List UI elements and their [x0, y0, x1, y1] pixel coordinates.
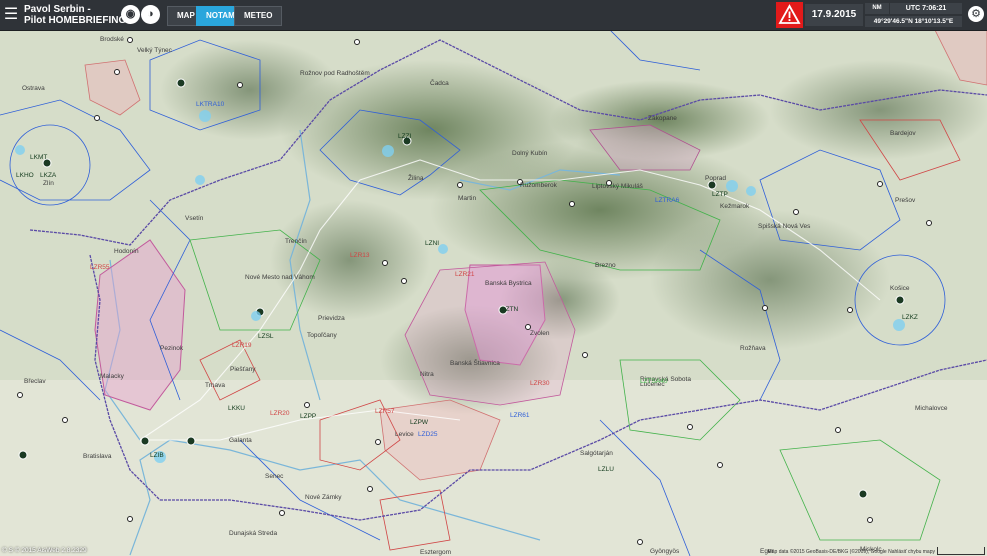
report-map-error-link[interactable]: Nahlásiť chybu mapy — [888, 549, 935, 555]
map-pin-icon: ◉ — [125, 8, 136, 20]
place-label: Zvolen — [530, 330, 550, 337]
place-label: Gyöngyös — [650, 548, 680, 555]
tab-meteo[interactable]: METEO — [234, 6, 283, 26]
place-label: Brezno — [595, 262, 616, 269]
map-attribution: Map data ©2015 GeoBasis-DE/BKG (©2009), … — [768, 549, 935, 555]
place-label: Velký Týnec — [137, 47, 172, 54]
place-label: Hodonín — [114, 248, 139, 255]
footer-copyright: © S © 2015 AisWeb 2.8.2329 — [2, 547, 87, 554]
place-label: Trnava — [205, 382, 225, 389]
aerodrome-label[interactable]: LKZA — [40, 172, 56, 179]
attribution-text: Map data ©2015 GeoBasis-DE/BKG (©2009), … — [767, 549, 887, 555]
airspace-label: LZR57 — [375, 408, 395, 415]
place-label: Žilina — [408, 175, 424, 182]
top-toolbar: ☰ Pavol Serbin - Pilot HOMEBRIEFING ◉ ◑ … — [0, 0, 987, 31]
place-label: Břeclav — [24, 378, 46, 385]
airspace-label: LZR20 — [270, 410, 290, 417]
aerodrome-label[interactable]: LKMT — [30, 154, 47, 161]
place-label: Nové Mesto nad Váhom — [245, 274, 315, 281]
place-label: Poprad — [705, 175, 726, 182]
cursor-coordinates: 49°29'46.5"N 18°10'13.5"E — [865, 16, 962, 27]
place-label: Trenčín — [285, 238, 307, 245]
place-label: Nové Zámky — [305, 494, 342, 501]
place-label: Kežmarok — [720, 203, 750, 210]
place-label: Piešťany — [230, 366, 256, 373]
place-label: Michalovce — [915, 405, 948, 412]
gear-icon: ⚙ — [971, 8, 981, 20]
place-label: Martin — [458, 195, 477, 202]
place-label: Prievidza — [318, 315, 345, 322]
aerodrome-label[interactable]: LKKU — [228, 405, 245, 412]
place-label: Senec — [265, 473, 284, 480]
aerodrome-label[interactable]: LZSL — [258, 333, 274, 340]
place-label: Košice — [890, 285, 910, 292]
airspace-label: LZTSA40 — [640, 378, 668, 385]
aerodrome-label[interactable]: LZNI — [425, 240, 439, 247]
place-label: Salgótarján — [580, 450, 613, 457]
aerodrome-label[interactable]: LZKZ — [902, 314, 918, 321]
place-label: Galanta — [229, 437, 252, 444]
place-label: Dunajská Streda — [229, 530, 278, 537]
units-toggle[interactable]: NM — [865, 3, 889, 14]
settings-button[interactable]: ⚙ — [968, 6, 984, 22]
airspace-label: LKTRA10 — [196, 101, 225, 108]
airspace-label: LZR55 — [90, 264, 110, 271]
map-pin-button[interactable]: ◉ — [121, 5, 140, 24]
scale-bar — [937, 547, 985, 555]
place-label: Zlín — [43, 180, 54, 187]
aerodrome-label[interactable]: LZPW — [410, 419, 428, 426]
place-label: Banská Štiavnica — [450, 360, 500, 367]
aerodrome-label[interactable]: LZTN — [502, 306, 518, 313]
place-label: Ružomberok — [520, 182, 557, 189]
user-name: Pavol Serbin - — [24, 4, 91, 15]
user-role: Pilot HOMEBRIEFING — [24, 15, 127, 26]
airspace-label: LZR21 — [455, 271, 475, 278]
airspace-label: LZR61 — [510, 412, 530, 419]
globe-icon: ◑ — [147, 8, 154, 20]
map-canvas[interactable] — [0, 0, 987, 556]
menu-icon[interactable]: ☰ — [2, 6, 20, 24]
globe-button[interactable]: ◑ — [141, 5, 160, 24]
aerodrome-label[interactable]: LKHO — [16, 172, 34, 179]
place-label: Rožnov pod Radhoštěm — [300, 70, 370, 77]
alert-button[interactable] — [776, 2, 803, 28]
place-label: Levice — [395, 431, 414, 438]
aerodrome-label[interactable]: LZZI — [398, 133, 411, 140]
utc-clock: UTC 7:06:21 — [890, 3, 962, 14]
place-label: Prešov — [895, 197, 916, 204]
place-label: Topoľčany — [307, 332, 337, 339]
aerodrome-label[interactable]: LZLU — [598, 466, 614, 473]
user-info: Pavol Serbin - Pilot HOMEBRIEFING — [24, 4, 126, 26]
aerodrome-label[interactable]: LZTP — [712, 191, 728, 198]
place-label: Malacky — [100, 373, 124, 380]
place-label: Nitra — [420, 371, 434, 378]
place-label: Spišská Nová Ves — [758, 223, 811, 230]
airspace-label: LZTRA6 — [655, 197, 680, 204]
place-label: Vsetín — [185, 215, 204, 222]
place-label: Ostrava — [22, 85, 45, 92]
place-label: Bardejov — [890, 130, 916, 137]
airspace-label: LZR30 — [530, 380, 550, 387]
airspace-label: LZD25 — [418, 431, 438, 438]
place-label: Bratislava — [83, 453, 112, 460]
warning-icon — [778, 4, 801, 24]
aerodrome-label[interactable]: LZPP — [300, 413, 316, 420]
date-display: 17.9.2015 — [805, 4, 863, 26]
place-label: Brodské — [100, 36, 124, 43]
place-label: Zakopane — [648, 115, 677, 122]
airspace-label: LZR13 — [350, 252, 370, 259]
place-label: Dolný Kubín — [512, 150, 548, 157]
place-label: Esztergom — [420, 549, 452, 556]
place-label: Čadca — [430, 80, 449, 87]
place-label: Pezinok — [160, 345, 184, 352]
place-label: Rožňava — [740, 345, 766, 352]
place-label: Banská Bystrica — [485, 280, 532, 287]
airspace-label: LZR19 — [232, 342, 252, 349]
place-label: Liptovský Mikuláš — [592, 183, 643, 190]
aerodrome-label[interactable]: LZIB — [150, 452, 164, 459]
